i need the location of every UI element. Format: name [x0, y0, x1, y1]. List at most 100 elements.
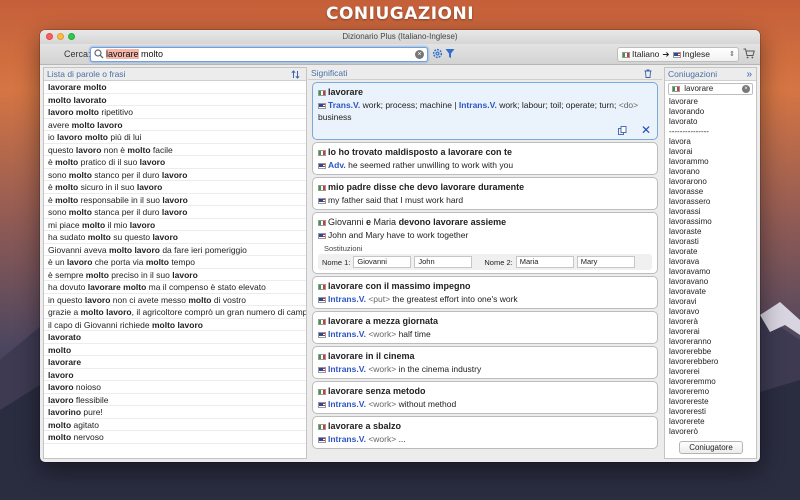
zoom-window-button[interactable]	[68, 33, 75, 40]
word-list-item[interactable]: lavorare molto	[44, 81, 306, 94]
search-input[interactable]: lavorare molto ×	[90, 47, 428, 62]
text: work; process; machine |	[360, 100, 459, 110]
word-list-item[interactable]: lavorare	[44, 356, 306, 369]
conjugation-form[interactable]: lavorerò	[669, 427, 756, 437]
bold-text: lavoro	[161, 169, 188, 180]
word-list-item[interactable]: molto	[44, 344, 306, 356]
word-list-item[interactable]: è molto pratico di il suo lavoro	[44, 156, 306, 169]
us-flag-icon	[318, 366, 326, 373]
card-heading: Giovanni e Maria devono lavorare assieme	[318, 216, 652, 229]
conjugation-form[interactable]: lavoreresti	[669, 407, 756, 417]
word-list-item[interactable]: sono molto stanca per il duro lavoro	[44, 206, 306, 219]
word-list-item[interactable]: avere molto lavoro	[44, 119, 306, 131]
word-list-item[interactable]: è molto sicuro in il suo lavoro	[44, 181, 306, 194]
name2-english-field[interactable]: Mary	[576, 256, 635, 268]
word-list-item[interactable]: lavoro noioso	[44, 381, 306, 394]
word-list-item[interactable]: grazie a molto lavoro, il agricoltore co…	[44, 306, 306, 319]
copy-icon[interactable]	[617, 126, 627, 135]
conjugation-form[interactable]: lavoraste	[669, 227, 756, 237]
meaning-card[interactable]: lavorare in il cinema Intrans.V. <work> i…	[312, 346, 658, 379]
name1-english-field[interactable]: John	[414, 256, 473, 268]
conjugation-form[interactable]: lavorassi	[669, 207, 756, 217]
conjugation-form[interactable]: lavorerà	[669, 317, 756, 327]
conjugation-form[interactable]: lavoreranno	[669, 337, 756, 347]
close-icon[interactable]: ✕	[641, 124, 651, 136]
word-list-item[interactable]: lavorino pure!	[44, 406, 306, 419]
meaning-card[interactable]: lavorare a sbalzo Intrans.V. <work> ...	[312, 416, 658, 449]
word-list-item[interactable]: mi piace molto il mio lavoro	[44, 219, 306, 231]
word-list-item[interactable]: è sempre molto preciso in il suo lavoro	[44, 269, 306, 281]
conjugation-form[interactable]: lavorai	[669, 147, 756, 157]
conjugation-form[interactable]: lavorasti	[669, 237, 756, 247]
word-list-item[interactable]: lavoro flessibile	[44, 394, 306, 406]
conjugation-form[interactable]: lavoravano	[669, 277, 756, 287]
conjugation-form[interactable]: lavorato	[669, 117, 756, 127]
meaning-card[interactable]: lavorare a mezza giornata Intrans.V. <wor…	[312, 311, 658, 344]
conjugation-form[interactable]: lavorerebbero	[669, 357, 756, 367]
word-list-item[interactable]: sono molto stanco per il duro lavoro	[44, 169, 306, 181]
word-list-item[interactable]: il capo di Giovanni richiede molto lavor…	[44, 319, 306, 331]
conjugation-form[interactable]: lavoreremo	[669, 387, 756, 397]
conjugation-form[interactable]: lavorerebbe	[669, 347, 756, 357]
conjugation-form[interactable]: lavorarono	[669, 177, 756, 187]
conjugation-form[interactable]: lavorerete	[669, 417, 756, 427]
search-query[interactable]: lavorare molto	[106, 49, 163, 59]
bold-text: lavoro	[66, 257, 93, 267]
meaning-card[interactable]: lavorare con il massimo impegno Intrans.V…	[312, 276, 658, 309]
conjugation-form[interactable]: lavorano	[669, 167, 756, 177]
word-list-item[interactable]: io lavoro molto più di lui	[44, 131, 306, 144]
conjugation-form[interactable]: lavorereste	[669, 397, 756, 407]
double-chevron-right-icon[interactable]: »	[746, 68, 752, 81]
language-selector[interactable]: Italiano ➔ Inglese ⇕	[617, 47, 739, 62]
meaning-card[interactable]: lavorare Trans.V. work; process; machine …	[312, 82, 658, 140]
clear-conjugation-icon[interactable]: ×	[742, 85, 750, 93]
conjugation-form[interactable]: lavorassimo	[669, 217, 756, 227]
word-list-item[interactable]: lavorato	[44, 331, 306, 344]
word-list-item[interactable]: in questo lavoro non ci avete messo molt…	[44, 294, 306, 306]
word-list-item[interactable]: lavoro molto ripetitivo	[44, 106, 306, 119]
coniugatore-button[interactable]: Coniugatore	[679, 441, 743, 454]
word-list-item[interactable]: è molto responsabile in il suo lavoro	[44, 194, 306, 206]
minimize-window-button[interactable]	[57, 33, 64, 40]
name2-italian-field[interactable]: Maria	[515, 256, 574, 268]
word-list-item[interactable]: ha sudato molto su questo lavoro	[44, 231, 306, 244]
conjugation-form[interactable]: lavorare	[669, 97, 756, 107]
conjugation-form[interactable]: lavorate	[669, 247, 756, 257]
meaning-card[interactable]: lavorare senza metodo Intrans.V. <work> w…	[312, 381, 658, 414]
conjugation-form[interactable]: lavorando	[669, 107, 756, 117]
meaning-card[interactable]: mio padre disse che devo lavorare durame…	[312, 177, 658, 210]
close-window-button[interactable]	[46, 33, 53, 40]
conjugation-form[interactable]: lavorava	[669, 257, 756, 267]
name1-italian-field[interactable]: Giovanni	[353, 256, 412, 268]
conjugation-form[interactable]: lavorammo	[669, 157, 756, 167]
bold-text: molto	[82, 219, 106, 230]
word-list-item[interactable]: molto lavorato	[44, 94, 306, 106]
conjugation-form[interactable]: lavorerai	[669, 327, 756, 337]
conjugation-form[interactable]: lavora	[669, 137, 756, 147]
word-list-item[interactable]: ha dovuto lavorare molto ma il compenso …	[44, 281, 306, 294]
word-list-item[interactable]: molto nervoso	[44, 431, 306, 444]
conjugation-form[interactable]: lavorassero	[669, 197, 756, 207]
trash-icon[interactable]	[644, 69, 652, 78]
sort-icon[interactable]	[291, 70, 300, 79]
clear-search-icon[interactable]: ×	[415, 50, 424, 59]
conjugation-form[interactable]: lavorerei	[669, 367, 756, 377]
filter-icon[interactable]	[445, 48, 455, 59]
word-list-item[interactable]: questo lavoro non è molto facile	[44, 144, 306, 156]
word-list-item[interactable]: è un lavoro che porta via molto tempo	[44, 256, 306, 269]
conjugation-form[interactable]: lavoravate	[669, 287, 756, 297]
conjugation-form[interactable]: lavoravamo	[669, 267, 756, 277]
conjugation-form[interactable]: lavoreremmo	[669, 377, 756, 387]
word-list-item[interactable]: Giovanni aveva molto lavoro da fare ieri…	[44, 244, 306, 256]
conjugation-form[interactable]: lavoravi	[669, 297, 756, 307]
gear-icon[interactable]	[432, 48, 443, 59]
conjugation-form[interactable]: ---------------	[669, 127, 756, 137]
conjugation-input[interactable]: lavorare ×	[668, 83, 753, 95]
meaning-card[interactable]: lo ho trovato maldisposto a lavorare con…	[312, 142, 658, 175]
word-list-item[interactable]: lavoro	[44, 369, 306, 381]
meaning-card[interactable]: Giovanni e Maria devono lavorare assieme…	[312, 212, 658, 274]
conjugation-form[interactable]: lavoravo	[669, 307, 756, 317]
conjugation-form[interactable]: lavorasse	[669, 187, 756, 197]
cart-icon[interactable]	[743, 48, 755, 59]
word-list-item[interactable]: molto agitato	[44, 419, 306, 431]
